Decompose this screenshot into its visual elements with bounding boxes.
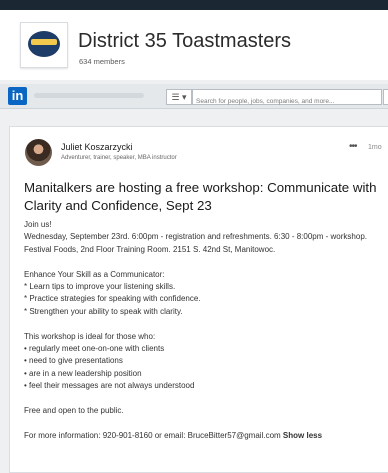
post-body: Join us! Wednesday, September 23rd. 6:00… — [24, 219, 384, 442]
audience-item: • feel their messages are not always und… — [24, 381, 195, 391]
body-admission: Free and open to the public. — [24, 406, 124, 416]
body-audience-heading: This workshop is ideal for those who: — [24, 331, 156, 341]
post-card: Juliet Koszarzycki Adventurer, trainer, … — [9, 126, 388, 473]
show-less-link[interactable]: Show less — [283, 431, 322, 440]
group-logo[interactable] — [20, 22, 68, 68]
group-header: District 35 Toastmasters 634 members — [0, 10, 388, 80]
skill-item: * Strengthen your ability to speak with … — [24, 306, 183, 316]
nav-links — [34, 93, 144, 98]
skill-item: * Practice strategies for speaking with … — [24, 294, 201, 304]
skill-item: * Learn tips to improve your listening s… — [24, 282, 176, 292]
contact-info: For more information: 920-901-8160 or em… — [24, 430, 281, 440]
body-schedule: Wednesday, September 23rd. 6:00pm - regi… — [24, 232, 367, 242]
avatar[interactable] — [25, 139, 52, 166]
more-options-icon[interactable]: ••• — [349, 141, 357, 152]
top-bar — [0, 0, 388, 10]
search-category-dropdown[interactable]: ☰ ▾ — [166, 89, 192, 105]
member-count[interactable]: 634 members — [79, 57, 125, 66]
search-button[interactable] — [383, 89, 388, 105]
group-name[interactable]: District 35 Toastmasters — [78, 30, 291, 53]
audience-item: • regularly meet one-on-one with clients — [24, 344, 165, 354]
author-name[interactable]: Juliet Koszarzycki — [61, 142, 133, 152]
navigation-bar: in ☰ ▾ — [0, 84, 388, 109]
body-intro: Join us! — [24, 220, 52, 229]
body-contact-line: For more information: 920-901-8160 or em… — [24, 430, 384, 442]
author-headline: Adventurer, trainer, speaker, MBA instru… — [61, 155, 177, 161]
toastmasters-emblem-icon — [28, 31, 60, 57]
audience-item: • need to give presentations — [24, 356, 123, 366]
post-timestamp: 1mo — [368, 144, 382, 151]
linkedin-logo-icon[interactable]: in — [8, 87, 27, 105]
body-skills-heading: Enhance Your Skill as a Communicator: — [24, 269, 165, 279]
search-box[interactable] — [192, 89, 382, 108]
search-input[interactable] — [196, 95, 376, 108]
audience-item: • are in a new leadership position — [24, 368, 142, 378]
body-location: Festival Foods, 2nd Floor Training Room.… — [24, 244, 276, 254]
post-title[interactable]: Manitalkers are hosting a free workshop:… — [24, 179, 388, 215]
